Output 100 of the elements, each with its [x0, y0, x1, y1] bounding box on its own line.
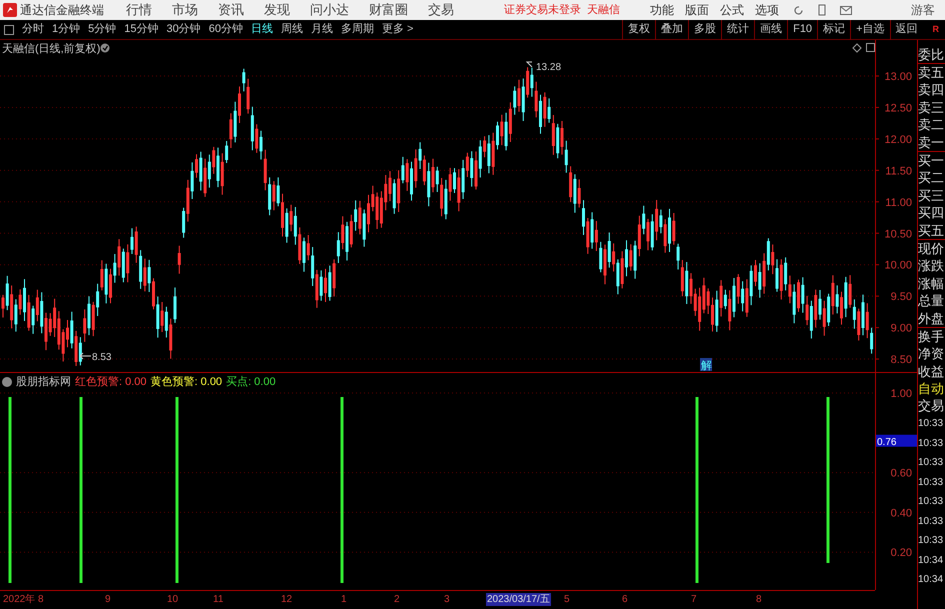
- more-link[interactable]: 更多 >: [382, 21, 414, 38]
- trade-time: 10:33: [918, 514, 944, 529]
- toolbar-button[interactable]: 复权: [622, 20, 656, 40]
- period-tab[interactable]: 周线: [281, 21, 303, 38]
- trade-time: 10:33: [918, 476, 944, 490]
- price-axis-label: 11.00: [885, 196, 912, 209]
- indicator-legend: 买点: 0.00: [226, 374, 276, 390]
- period-tab[interactable]: 30分钟: [166, 21, 201, 38]
- price-axis-label: 11.50: [885, 165, 912, 178]
- trade-time: 10:33: [918, 534, 944, 548]
- toolbar-button[interactable]: F10: [787, 20, 818, 40]
- toolbar-button[interactable]: +自选: [850, 20, 890, 40]
- trade-time: 10:33: [918, 456, 944, 470]
- menu-item[interactable]: 选项: [755, 1, 779, 19]
- panel-icon[interactable]: [4, 24, 14, 34]
- date-axis-label: 8: [37, 593, 45, 606]
- current-value-label: 0.76: [876, 434, 917, 448]
- menu-item[interactable]: 市场: [172, 0, 198, 20]
- refresh-icon[interactable]: [793, 4, 804, 16]
- quote-label: 委比: [918, 46, 945, 64]
- trade-time: 10:34: [918, 554, 944, 568]
- toolbar-button[interactable]: 返回: [890, 20, 922, 40]
- chart-title: 天融信(日线,前复权): [2, 43, 100, 55]
- panel-icon: [866, 43, 875, 52]
- date-axis-label: 9: [104, 593, 112, 606]
- trade-time: 10:33: [918, 436, 944, 451]
- low-price-label: 8.53: [92, 352, 112, 363]
- price-axis-label: 9.00: [890, 322, 912, 335]
- date-axis-label: 6: [621, 593, 629, 606]
- price-axis-label: 10.50: [884, 228, 912, 240]
- toolbar-button[interactable]: 叠加: [655, 20, 688, 40]
- mail-icon[interactable]: [840, 6, 852, 14]
- menu-item[interactable]: 公式: [720, 1, 744, 19]
- quote-label: 净资: [918, 345, 945, 363]
- indicator-legend: 黄色预警: 0.00: [150, 374, 222, 390]
- indicator-legend: 红色预警: 0.00: [75, 374, 147, 390]
- r-label: R: [932, 22, 939, 36]
- indicator-axis-label: 0.20: [890, 547, 912, 560]
- period-tab[interactable]: 月线: [311, 21, 333, 38]
- date-axis-label: 5: [563, 593, 571, 606]
- check-icon: [100, 44, 110, 52]
- menu-item[interactable]: 版面: [685, 1, 709, 19]
- diamond-icon: [852, 43, 862, 53]
- period-tab[interactable]: 多周期: [341, 21, 374, 38]
- date-axis-label: 11: [212, 593, 224, 606]
- quote-label: 卖二: [918, 116, 945, 134]
- app-name: 通达信金融终端: [20, 2, 104, 19]
- indicator-axis-label: 0.60: [890, 468, 912, 480]
- menu-item[interactable]: 功能: [650, 1, 674, 19]
- menu-item[interactable]: 交易: [428, 0, 454, 20]
- date-axis-label: 12: [280, 593, 294, 606]
- date-axis-label: 8: [755, 593, 763, 606]
- dropdown-icon[interactable]: [2, 377, 12, 388]
- quote-label: 买四: [918, 204, 945, 222]
- date-axis-label: 7: [690, 593, 698, 606]
- user-label[interactable]: 游客: [911, 1, 935, 19]
- toolbar-button[interactable]: 画线: [754, 20, 788, 40]
- price-axis-label: 12.00: [884, 134, 912, 146]
- quote-label: 涨幅: [918, 274, 945, 292]
- menu-item[interactable]: 资讯: [218, 0, 244, 20]
- period-tab[interactable]: 60分钟: [208, 21, 243, 38]
- quote-label: 换手: [918, 328, 945, 346]
- period-tab[interactable]: 15分钟: [124, 21, 158, 38]
- menu-item[interactable]: 行情: [126, 0, 152, 20]
- date-axis-label: 1: [340, 593, 348, 606]
- trade-time: 10:33: [918, 417, 944, 432]
- indicator-axis-label: 0.40: [890, 507, 912, 520]
- period-tab[interactable]: 日线: [251, 21, 273, 38]
- quote-label: 卖一: [918, 134, 945, 152]
- indicator-name: 股朋指标网: [16, 375, 71, 390]
- price-axis-label: 9.50: [890, 291, 912, 304]
- price-axis-label: 10.00: [884, 260, 912, 272]
- quote-label: 外盘: [918, 310, 945, 328]
- toolbar-button[interactable]: 多股: [688, 20, 722, 40]
- period-tab[interactable]: 分时: [22, 21, 44, 38]
- price-axis-label: 13.00: [884, 71, 912, 83]
- date-axis-label: 3: [443, 593, 451, 606]
- quote-label: 卖五: [918, 64, 945, 82]
- date-axis-label: 10: [166, 593, 180, 606]
- phone-icon[interactable]: [818, 4, 826, 16]
- auto-trade-label: 自动: [918, 380, 945, 398]
- period-tab[interactable]: 1分钟: [52, 21, 80, 38]
- quote-label: 总量: [918, 292, 945, 310]
- price-axis-label: 8.50: [890, 354, 912, 366]
- trade-label: 交易: [918, 397, 945, 414]
- quote-label: 现价: [918, 240, 945, 258]
- menu-item[interactable]: 发现: [264, 0, 290, 20]
- toolbar-button[interactable]: 标记: [817, 20, 850, 40]
- quote-label: 买一: [918, 152, 945, 170]
- period-tab[interactable]: 5分钟: [88, 21, 116, 38]
- indicator-axis-label: 1.00: [890, 388, 912, 400]
- trade-time: 10:34: [918, 573, 944, 588]
- price-axis-label: 12.50: [884, 102, 912, 114]
- menu-item[interactable]: 问小达: [310, 0, 349, 20]
- date-axis-label: 2022年: [2, 593, 36, 606]
- low-marker-arrow: [80, 352, 92, 360]
- menu-item[interactable]: 财富圈: [369, 0, 408, 20]
- toolbar-button[interactable]: 统计: [721, 20, 754, 40]
- signal-badge: 解: [700, 358, 712, 372]
- trade-time: 10:33: [918, 495, 944, 510]
